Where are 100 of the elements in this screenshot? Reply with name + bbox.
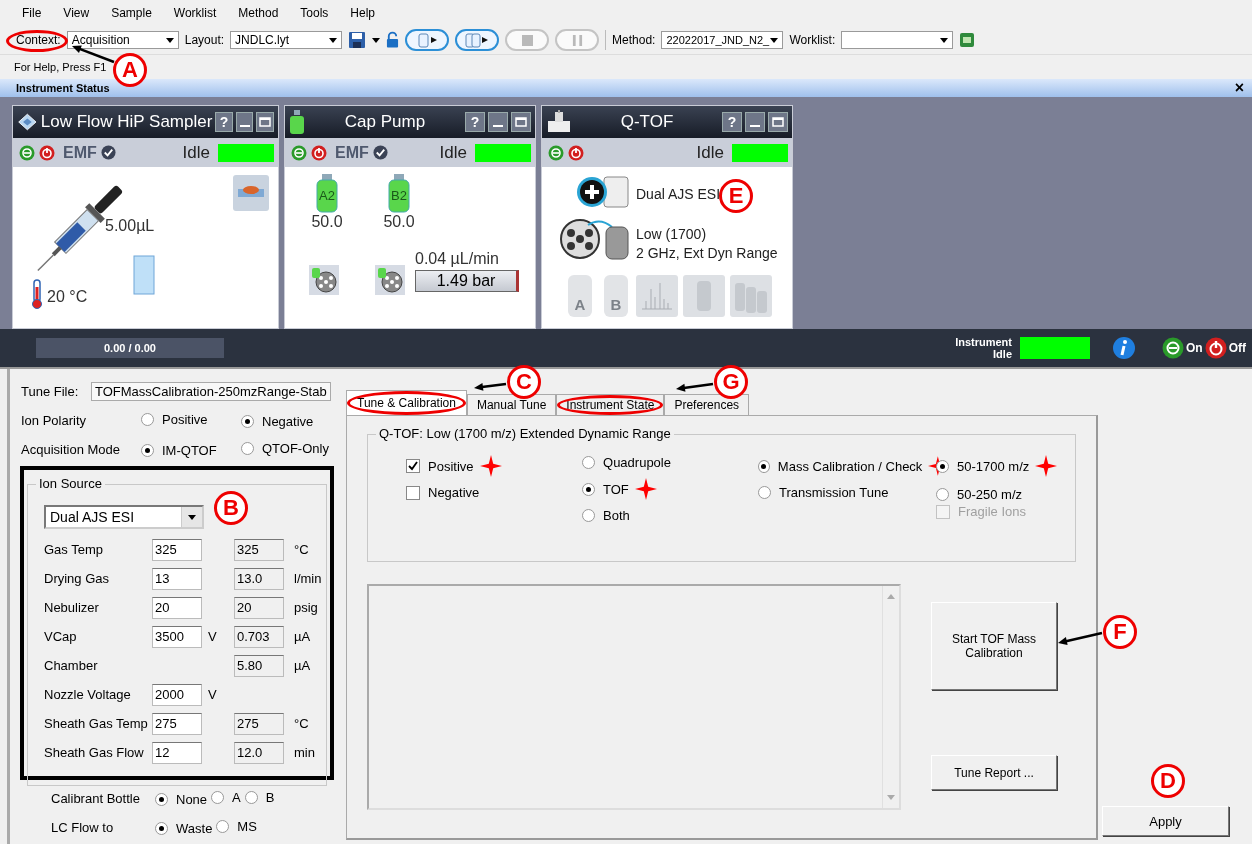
instrument-state-label: Instrument Idle bbox=[955, 336, 1012, 360]
help-button[interactable]: ? bbox=[465, 112, 485, 132]
radio-button[interactable] bbox=[582, 456, 595, 469]
radio-button[interactable] bbox=[141, 444, 154, 457]
menu-item[interactable]: Sample bbox=[111, 6, 152, 20]
maximize-icon bbox=[258, 115, 273, 129]
info-icon[interactable] bbox=[1112, 336, 1136, 360]
panel-title: Instrument Status bbox=[16, 82, 110, 94]
radio-button[interactable] bbox=[582, 482, 595, 496]
option-label: Transmission Tune bbox=[779, 485, 889, 500]
menu-item[interactable]: View bbox=[63, 6, 90, 20]
group-title: Q-TOF: Low (1700 m/z) Extended Dynamic Range bbox=[376, 426, 674, 441]
save-icon[interactable] bbox=[348, 31, 367, 49]
actual-value-field: 275 bbox=[234, 712, 284, 735]
setpoint-field[interactable]: 275 bbox=[152, 712, 202, 735]
setpoint-field[interactable]: 3500 bbox=[152, 625, 202, 648]
menu-item[interactable]: Help bbox=[350, 6, 375, 20]
maximize-button[interactable] bbox=[511, 112, 531, 132]
option-label: Positive bbox=[162, 412, 208, 427]
unit-label: min bbox=[294, 745, 315, 760]
power-icon[interactable] bbox=[1204, 337, 1227, 359]
stop-icon bbox=[521, 34, 533, 46]
maximize-button[interactable] bbox=[768, 112, 788, 132]
option-label: Waste bbox=[176, 821, 213, 836]
setpoint-field[interactable]: 20 bbox=[152, 596, 202, 619]
tab[interactable]: Manual Tune bbox=[466, 394, 557, 415]
scroll-up-icon[interactable] bbox=[887, 594, 895, 599]
start-calibration-button[interactable]: Start TOF Mass Calibration bbox=[931, 602, 1057, 690]
option-label: TOF bbox=[603, 481, 629, 497]
setpoint-field[interactable]: 13 bbox=[152, 567, 202, 590]
group-title: Ion Source bbox=[36, 476, 105, 491]
lock-icon[interactable] bbox=[386, 31, 400, 49]
help-button[interactable]: ? bbox=[215, 112, 233, 132]
stop-button[interactable] bbox=[505, 29, 550, 51]
parameter-label: Drying Gas bbox=[44, 571, 111, 586]
module-title: Low Flow HiP Sampler bbox=[40, 112, 213, 132]
standby-icon[interactable] bbox=[1162, 337, 1184, 359]
tab[interactable]: Preferences bbox=[664, 394, 750, 415]
tab[interactable]: Tune & Calibration bbox=[346, 390, 467, 415]
radio-button[interactable] bbox=[758, 486, 772, 499]
menu-item[interactable]: File bbox=[22, 6, 42, 20]
maximize-icon bbox=[771, 115, 785, 129]
field-label: Calibrant Bottle bbox=[50, 791, 141, 806]
detector-icon bbox=[560, 217, 630, 261]
radio-button[interactable] bbox=[141, 413, 154, 426]
help-button[interactable]: ? bbox=[722, 112, 742, 132]
status-text: Idle bbox=[439, 142, 467, 163]
radio-button[interactable] bbox=[211, 791, 225, 804]
caret-icon bbox=[188, 514, 196, 520]
checkbox[interactable] bbox=[406, 485, 420, 500]
minimize-icon bbox=[750, 125, 760, 127]
actual-value-field: 12.0 bbox=[234, 741, 284, 764]
checkbox[interactable] bbox=[406, 459, 420, 473]
tab[interactable]: Instrument State bbox=[556, 394, 665, 415]
run-sample-button[interactable] bbox=[405, 29, 450, 51]
parameter-label: Nozzle Voltage bbox=[44, 687, 132, 702]
option-label: IM-QTOF bbox=[162, 443, 217, 458]
radio-button[interactable] bbox=[216, 820, 230, 833]
radio-button[interactable] bbox=[758, 459, 770, 473]
run-worklist-button[interactable] bbox=[455, 29, 500, 51]
radio-button[interactable] bbox=[241, 442, 254, 455]
setpoint-field[interactable]: 12 bbox=[152, 741, 202, 764]
close-button[interactable]: × bbox=[1234, 79, 1244, 97]
pause-button[interactable] bbox=[555, 29, 600, 51]
radio-button[interactable] bbox=[241, 415, 254, 428]
actual-value-field: 13.0 bbox=[234, 567, 284, 590]
context-dropdown[interactable]: Acquisition bbox=[66, 31, 179, 49]
apply-button[interactable]: Apply bbox=[1102, 806, 1229, 836]
ion-source-dropdown[interactable]: Dual AJS ESI bbox=[44, 505, 204, 529]
radio-button[interactable] bbox=[155, 822, 168, 835]
field-label: Acquisition Mode bbox=[20, 442, 121, 457]
worklist-dropdown[interactable] bbox=[841, 31, 954, 49]
menu-item[interactable]: Tools bbox=[300, 6, 329, 20]
radio-button[interactable] bbox=[936, 459, 950, 473]
method-dropdown[interactable]: 22022017_JND_N2_ bbox=[661, 31, 784, 49]
minimize-button[interactable] bbox=[235, 112, 254, 132]
radio-button[interactable] bbox=[155, 793, 168, 806]
check-icon bbox=[100, 145, 116, 160]
menu-item[interactable]: Method bbox=[238, 6, 279, 20]
radio-button[interactable] bbox=[582, 509, 595, 522]
pointer-arrow bbox=[676, 382, 714, 392]
bottle-icon bbox=[289, 109, 305, 135]
setpoint-field[interactable]: 2000 bbox=[152, 683, 202, 706]
tune-file-field[interactable]: TOFMassCalibration-250mzRange-Stab bbox=[91, 382, 331, 401]
caret-icon bbox=[165, 37, 174, 43]
pressure-gauge: 1.49 bar bbox=[415, 270, 519, 292]
menu-item[interactable]: Worklist bbox=[173, 6, 217, 20]
tune-report-button[interactable]: Tune Report ... bbox=[931, 755, 1057, 790]
scroll-down-icon[interactable] bbox=[887, 795, 895, 800]
unit-label: µA bbox=[294, 658, 311, 673]
setpoint-field[interactable]: 325 bbox=[152, 538, 202, 561]
option-label: Negative bbox=[428, 485, 480, 500]
radio-button[interactable] bbox=[244, 791, 258, 804]
field-label: Ion Polarity bbox=[20, 413, 88, 428]
caret-icon bbox=[770, 37, 779, 43]
log-icon[interactable] bbox=[959, 32, 976, 48]
tune-file-label: Tune File: bbox=[20, 384, 80, 399]
radio-button[interactable] bbox=[936, 488, 950, 501]
maximize-button[interactable] bbox=[256, 112, 274, 132]
layout-dropdown[interactable]: JNDLC.lyt bbox=[230, 31, 343, 49]
